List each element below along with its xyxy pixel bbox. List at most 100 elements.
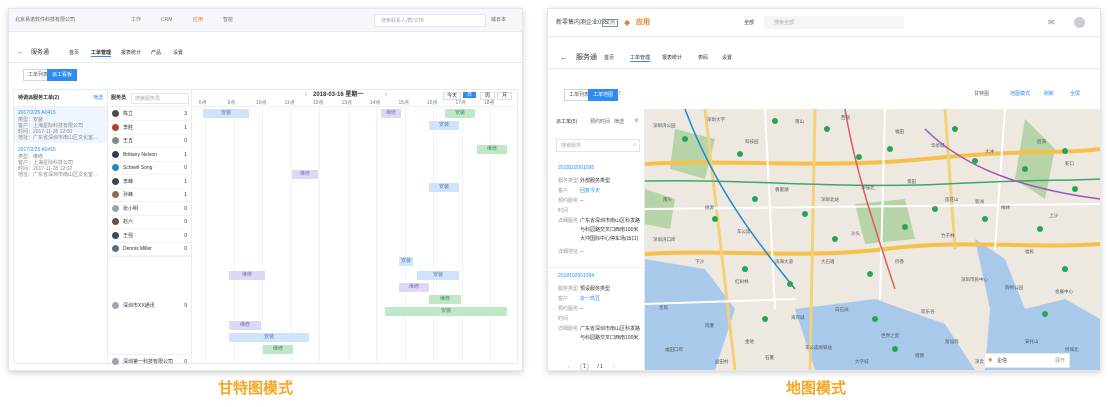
back-arrow-icon[interactable]: ← <box>560 53 568 63</box>
gantt-bar[interactable]: 安装 <box>429 183 459 192</box>
gantt-bar[interactable]: 维修 <box>263 345 293 354</box>
user-name[interactable]: 威日本 <box>491 17 506 23</box>
map-place-label: 侨城北 <box>1065 347 1079 352</box>
search-scope-select[interactable]: 全部 <box>744 20 754 26</box>
avatar <box>112 218 119 225</box>
map-mode-toggle[interactable]: 地图模式 <box>1010 91 1030 97</box>
gantt-bar[interactable]: 维修 <box>229 271 265 280</box>
gantt-bar[interactable]: 维修 <box>429 295 461 304</box>
list-item[interactable]: 2018102001095 服务类型 外部服务类型 客户 回复今天 预约服务 -… <box>548 161 644 265</box>
staff-count: 0 <box>184 205 187 212</box>
top-tab-crm[interactable]: CRM <box>161 17 172 23</box>
nav-home[interactable]: 首页 <box>604 55 614 61</box>
view-week-button[interactable]: 周 <box>480 92 496 100</box>
gantt-bar[interactable]: 安装 <box>445 109 475 118</box>
map-place-label: 西丽 <box>841 115 850 120</box>
back-arrow-icon[interactable]: ← <box>17 49 24 57</box>
gantt-bar[interactable]: 维修 <box>381 109 401 118</box>
module-nav: ← 服务通 首页 工单管理 报表统计 表码 设置 <box>548 46 1100 69</box>
gantt-toggle[interactable]: 甘特图 <box>974 91 989 97</box>
gantt-bar[interactable]: 维修 <box>477 145 507 154</box>
tab-order-map[interactable]: 工单地图 <box>588 89 619 101</box>
staff-name: Schnell Song <box>123 165 153 171</box>
staff-row[interactable]: Dennis Miller 0 <box>107 242 191 256</box>
prev-page-icon[interactable]: ‹ <box>568 364 570 370</box>
map-place-label: 南山 <box>795 119 804 124</box>
nav-codes[interactable]: 表码 <box>698 55 708 61</box>
expand-button[interactable]: 展开 <box>1055 358 1065 364</box>
top-bar: 北京易诺软件科技有限公司 工作 CRM 应用 智能 搜索联系人/群/文档 威日本 <box>9 9 522 32</box>
map-place-label: 海岸城 <box>791 315 805 320</box>
view-day-button[interactable]: 日 <box>463 92 477 98</box>
staff-row[interactable]: Schnell Song 0 <box>107 161 191 175</box>
module-title: 服务通 <box>31 50 50 56</box>
filter-button[interactable]: 筛选 <box>614 119 624 125</box>
map-canvas[interactable] <box>645 109 1100 370</box>
help-icon[interactable]: ? <box>618 91 621 97</box>
list-item[interactable]: 2017/2/25 A0415 类型：安装 客户：上海星际科技有限公司 时间：2… <box>14 107 107 143</box>
staff-row[interactable]: 王强 0 <box>107 229 191 243</box>
list-item[interactable]: 2017/2/25 A0415 类型：维修 客户：上海星际科技公司 时间：201… <box>14 144 107 180</box>
top-tab-apps[interactable]: 应用 <box>193 17 203 23</box>
gantt-bar[interactable]: 安装 <box>229 333 309 342</box>
refresh-button[interactable]: 刷新 <box>1044 91 1054 97</box>
list-item[interactable]: 2018102001094 服务类型 预设服务类型 客户 杂一鸣豆 预约服务 -… <box>548 269 644 353</box>
message-icon[interactable]: ✉ <box>1048 18 1055 28</box>
grid-line <box>461 106 463 363</box>
fullscreen-button[interactable]: 全屏 <box>1070 91 1080 97</box>
staff-row[interactable]: 张小明 0 <box>107 202 191 216</box>
staff-row[interactable]: 孙峰 1 <box>107 188 191 202</box>
nav-settings[interactable]: 设置 <box>722 55 732 61</box>
map-mode-screenshot: 新零售内测企业085 试用 ◆ 应用 全部 搜索全部 ✉ ← 服务通 首页 工单… <box>547 8 1101 371</box>
avatar[interactable] <box>1074 17 1085 28</box>
chat-label: 企信 <box>997 358 1008 364</box>
sort-select[interactable]: 预约时间 <box>590 119 610 125</box>
avatar <box>112 204 119 212</box>
nav-reports[interactable]: 报表统计 <box>662 55 682 61</box>
staff-row[interactable]: 赵六 0 <box>107 215 191 229</box>
avatar <box>112 245 119 252</box>
view-month-button[interactable]: 月 <box>497 92 513 100</box>
top-tab-work[interactable]: 工作 <box>131 17 141 23</box>
gantt-bar[interactable]: 安装 <box>203 109 249 118</box>
nav-workorders[interactable]: 工单管理 <box>91 50 112 57</box>
map-place-label: 后海 <box>1037 139 1046 144</box>
staff-row-group[interactable]: 深圳市XX通讯 9 <box>107 256 191 355</box>
today-button[interactable]: 今天 <box>443 92 462 100</box>
tab-dispatch-board[interactable]: 派工看板 <box>47 69 78 81</box>
gantt-bar[interactable]: 维修 <box>399 283 429 292</box>
apps-menu[interactable]: 应用 <box>636 19 650 27</box>
top-tab-smart[interactable]: 智能 <box>223 17 233 23</box>
chat-widget[interactable]: ◉ 企信 展开 <box>984 353 1070 368</box>
staff-row[interactable]: Brittany Nelson 1 <box>107 148 191 162</box>
gantt-bar[interactable]: 维修 <box>229 321 261 330</box>
staff-row[interactable]: 李峰 1 <box>107 175 191 189</box>
search-input[interactable]: 搜索全部 <box>764 16 904 29</box>
nav-settings[interactable]: 设置 <box>173 50 183 56</box>
next-page-icon[interactable]: › <box>613 364 615 370</box>
staff-row[interactable]: 陈立 3 <box>107 107 191 121</box>
next-date-icon[interactable]: › <box>385 92 387 99</box>
staff-search-input[interactable]: 搜索服务员 <box>131 93 189 104</box>
search-input[interactable]: 搜索联系人/群/文档 <box>374 14 486 27</box>
nav-home[interactable]: 首页 <box>69 50 79 56</box>
list-filter-button[interactable]: 筛选 <box>93 95 103 101</box>
map-place-label: 留仙洞 <box>945 339 959 344</box>
gantt-bar[interactable]: 安装 <box>399 257 413 266</box>
nav-reports[interactable]: 报表统计 <box>121 50 141 56</box>
nav-workorders[interactable]: 工单管理 <box>630 55 651 62</box>
staff-row[interactable]: 王五 0 <box>107 134 191 148</box>
gantt-bar[interactable]: 安装 <box>417 271 459 280</box>
staff-row[interactable]: 李胜 1 <box>107 121 191 135</box>
gantt-bar[interactable]: 安装 <box>385 307 507 316</box>
gantt-bar[interactable]: 安装 <box>429 121 459 130</box>
staff-count: 1 <box>184 151 187 158</box>
current-page[interactable]: 1 <box>580 363 589 370</box>
prev-date-icon[interactable]: ‹ <box>305 92 307 99</box>
order-search-input[interactable]: 搜索服务 ⌕ <box>556 139 640 152</box>
settings-icon[interactable]: ⚙ <box>634 118 638 124</box>
staff-row[interactable]: 深圳第一科技有限公司 0 <box>107 354 191 367</box>
gantt-bar[interactable]: 维修 <box>292 170 318 179</box>
city-map[interactable]: 深圳湾公园 深圳大学 科技园 南山 西丽 福田 华侨城 大冲 后海 蛇口 南头 桃源 车公庙 香蜜湖 深圳北… <box>645 109 1100 370</box>
nav-products[interactable]: 产品 <box>151 50 161 56</box>
